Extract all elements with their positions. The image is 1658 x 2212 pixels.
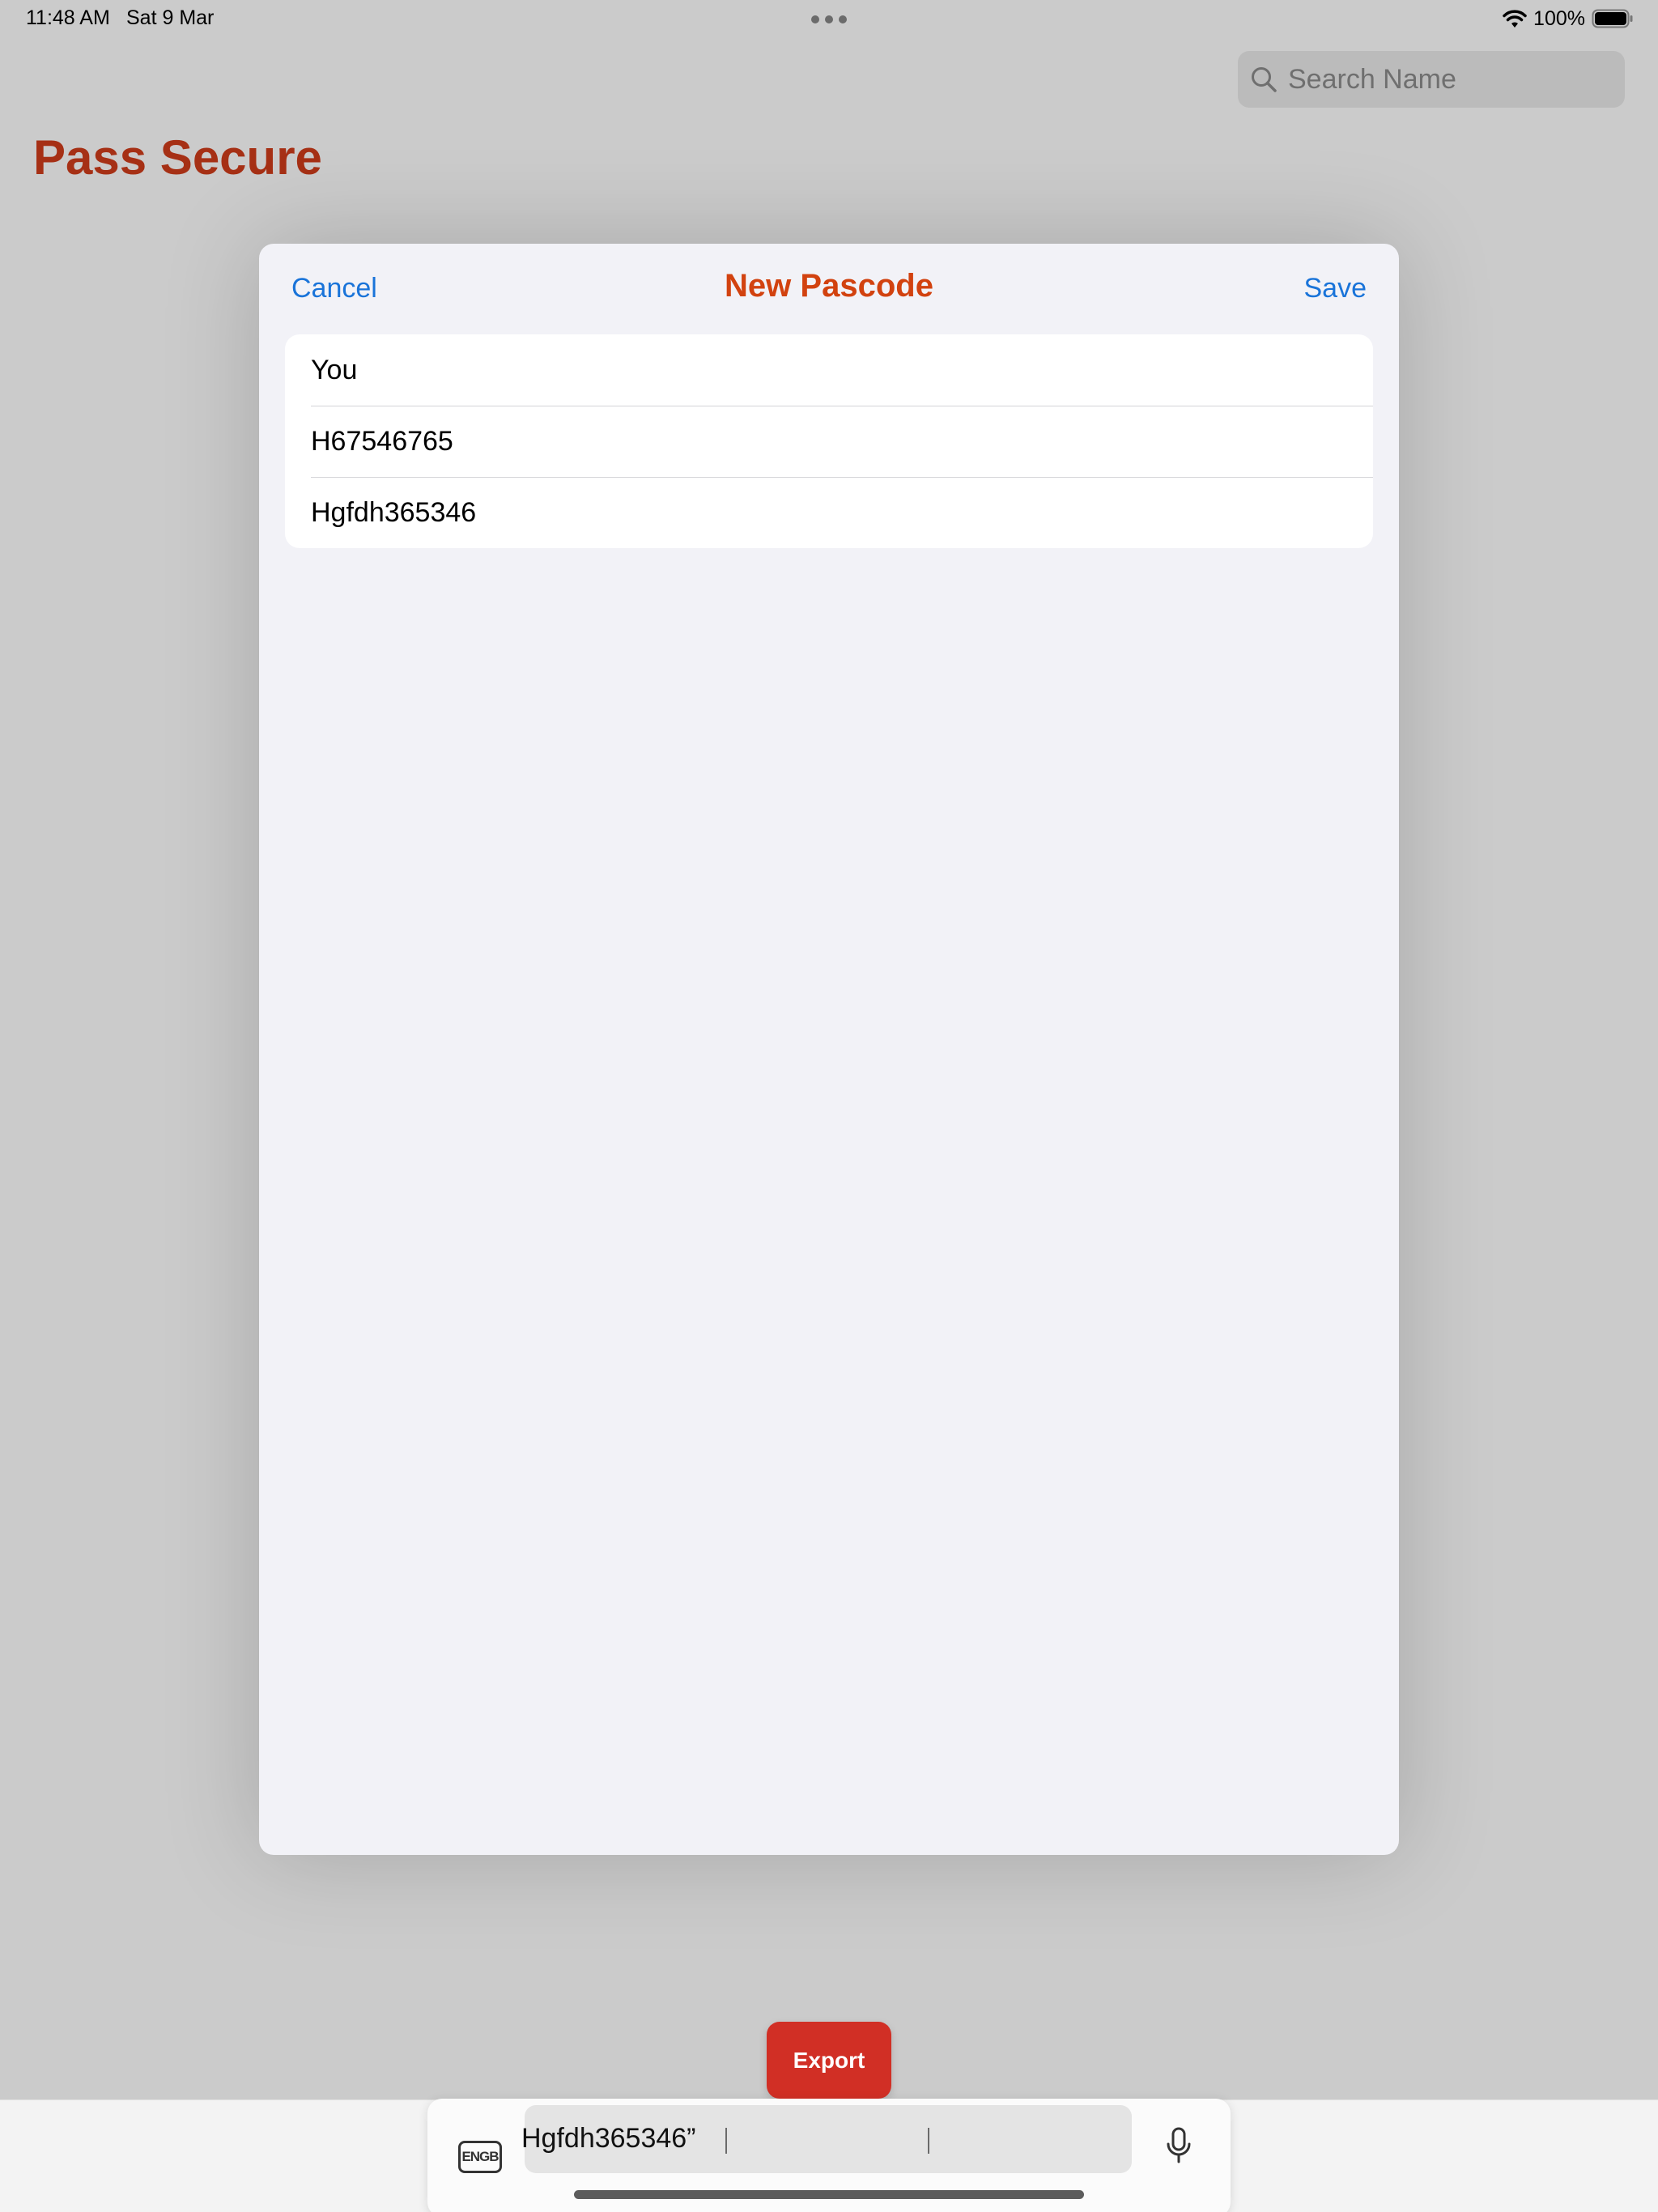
name-field[interactable] xyxy=(311,354,1373,386)
suggestion-divider xyxy=(928,2128,929,2154)
search-input[interactable] xyxy=(1288,51,1612,108)
form-row-id[interactable] xyxy=(311,406,1373,477)
status-indicators: 100% xyxy=(1503,5,1634,32)
language-icon[interactable]: ENGB xyxy=(458,2141,502,2173)
status-bar: 11:48 AM Sat 9 Mar 100% xyxy=(0,0,1658,39)
status-date: Sat 9 Mar xyxy=(126,6,215,29)
new-pascode-modal: Cancel New Pascode Save xyxy=(259,244,1399,1855)
modal-title: New Pascode xyxy=(725,268,933,304)
form-group xyxy=(285,334,1373,548)
battery-percent: 100% xyxy=(1533,6,1585,30)
suggestion-item[interactable]: Hgfdh365346” xyxy=(521,2123,696,2155)
page-title: Pass Secure xyxy=(33,130,322,185)
search-icon xyxy=(1252,67,1277,92)
microphone-icon[interactable] xyxy=(1163,2126,1195,2165)
export-button[interactable]: Export xyxy=(767,2022,891,2099)
form-row-password[interactable] xyxy=(311,477,1373,548)
form-row-name[interactable] xyxy=(311,334,1373,406)
wifi-icon xyxy=(1503,10,1527,28)
status-time: 11:48 AM xyxy=(26,6,110,29)
password-field[interactable] xyxy=(311,496,1373,529)
home-indicator[interactable] xyxy=(574,2190,1084,2199)
suggestion-divider xyxy=(725,2128,727,2154)
search-field[interactable] xyxy=(1238,51,1625,108)
id-field[interactable] xyxy=(311,425,1373,457)
more-dots-icon[interactable] xyxy=(811,15,847,23)
battery-icon xyxy=(1592,9,1633,28)
save-button[interactable]: Save xyxy=(1304,273,1367,304)
